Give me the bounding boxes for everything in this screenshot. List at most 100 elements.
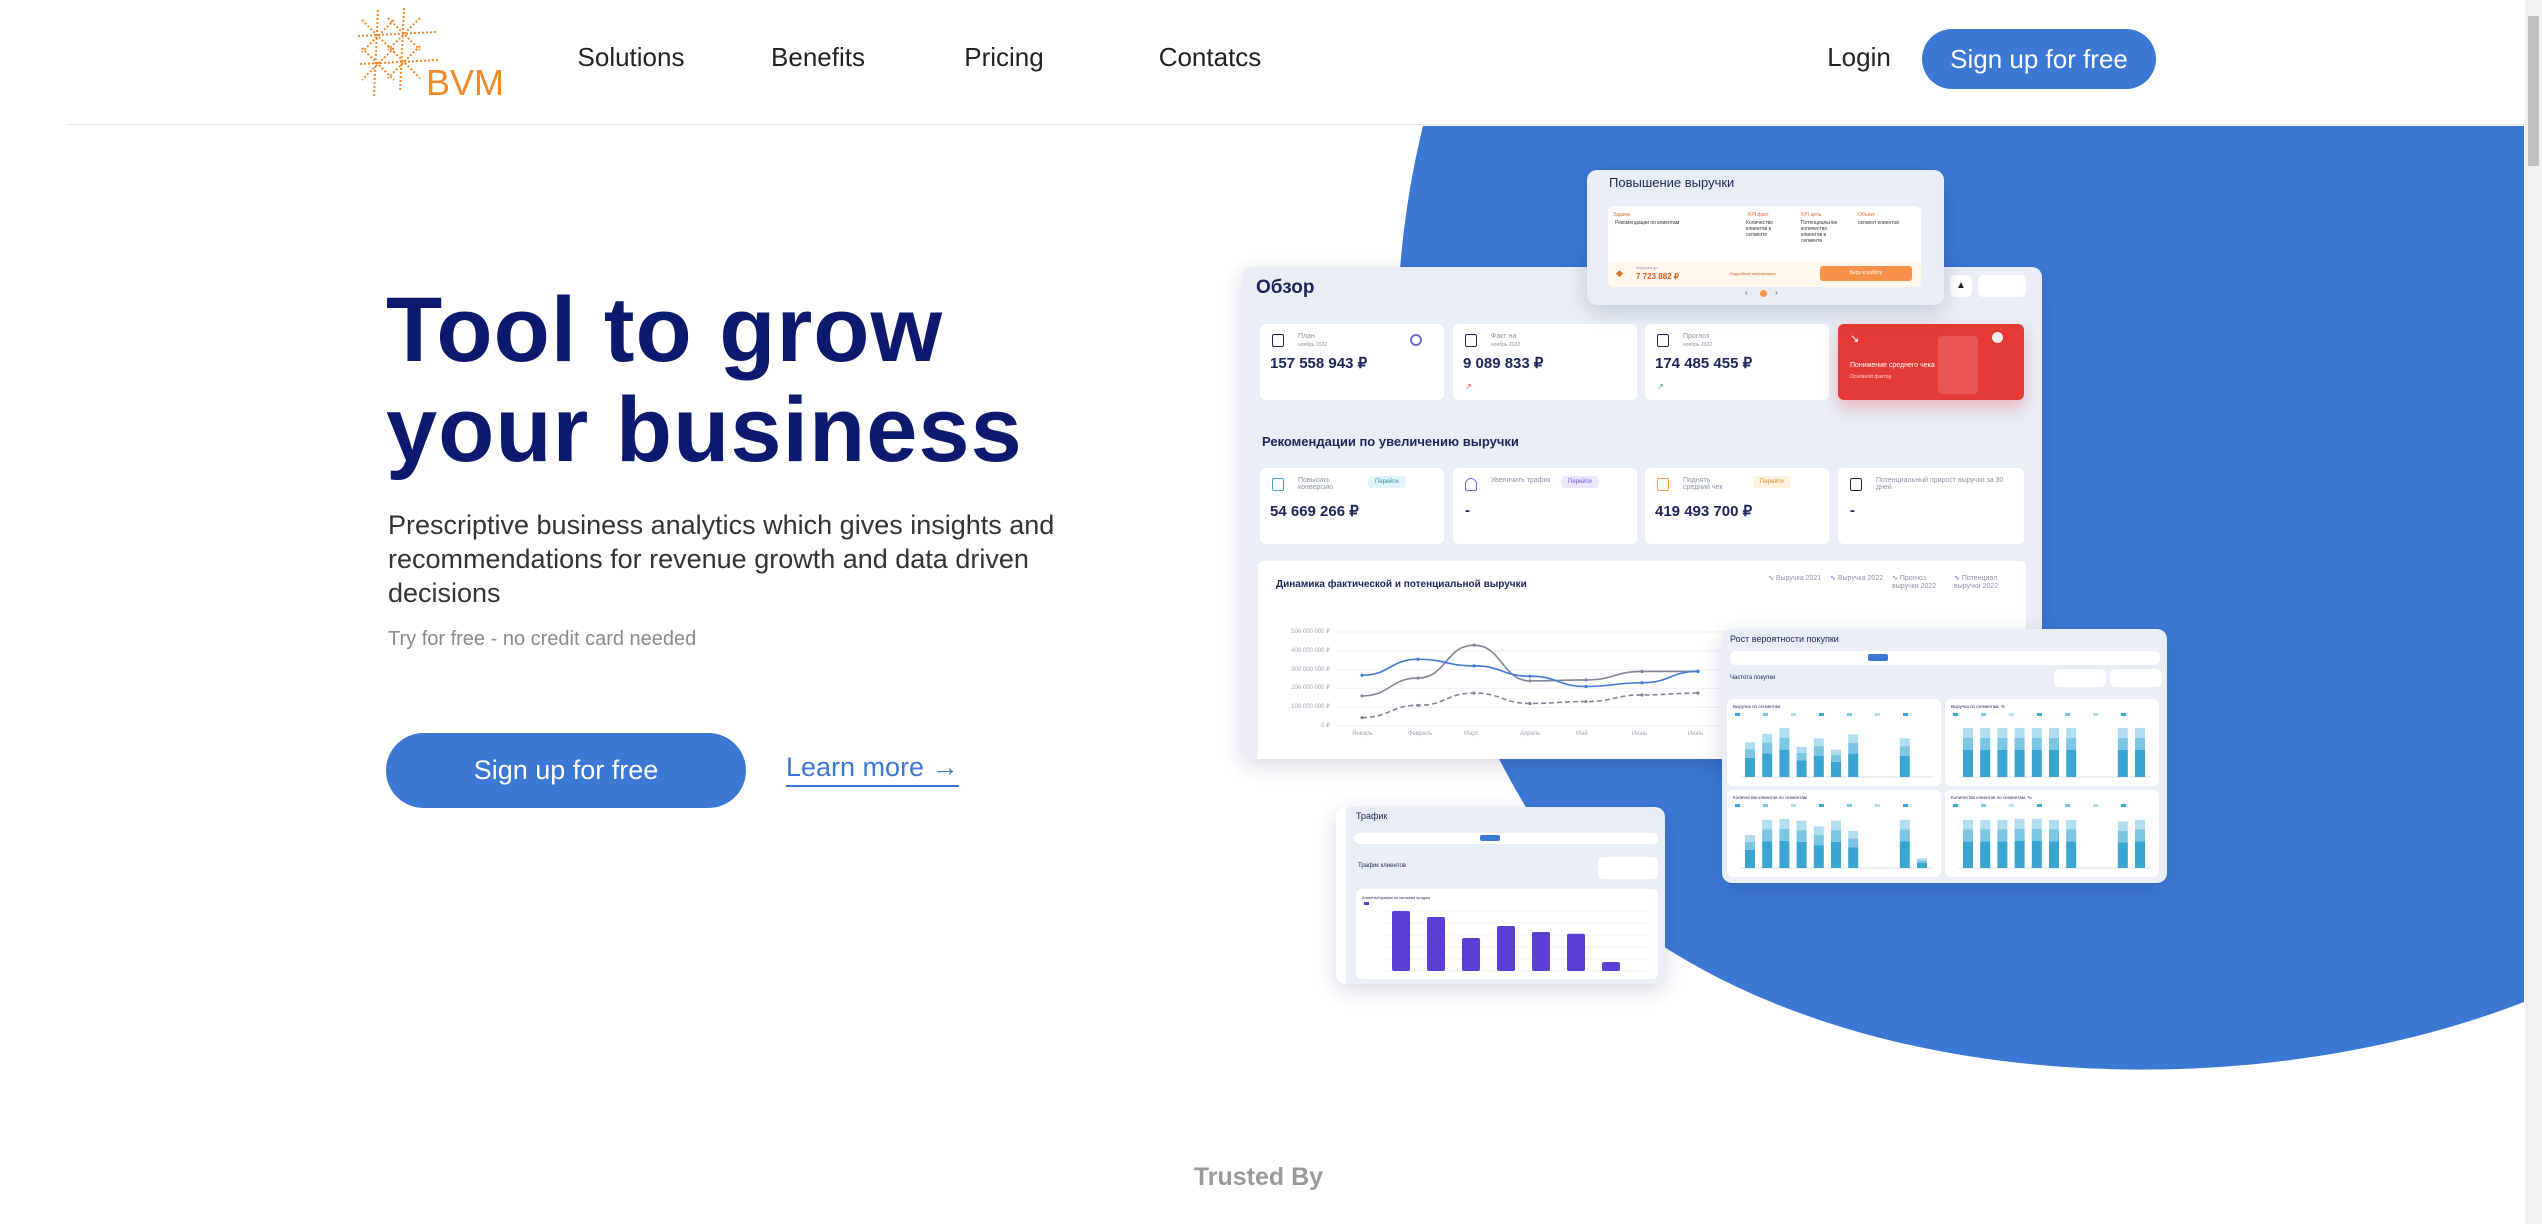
bar-segment <box>1997 727 2008 738</box>
bar-segment <box>1848 734 1859 743</box>
traffic-bar <box>1462 938 1480 971</box>
legend-swatch <box>2093 713 2098 716</box>
bar-segment <box>1779 750 1790 777</box>
revenue-task-title: Повышение выручки <box>1609 175 1735 190</box>
chevron-left-icon: ‹ <box>1745 288 1748 297</box>
bar-segment <box>2031 841 2042 868</box>
data-point <box>1696 669 1700 674</box>
header-divider <box>68 124 2524 125</box>
x-tick-label: Май <box>1576 731 1588 737</box>
bar-segment <box>2031 828 2042 841</box>
data-point <box>1416 676 1420 680</box>
rec-card: Поднять средний чек Перейти 419 493 700 … <box>1645 468 1829 544</box>
traffic-bar <box>1532 932 1550 971</box>
scrollbar[interactable] <box>2525 0 2542 1224</box>
nav-pricing[interactable]: Pricing <box>964 42 1043 73</box>
nav-benefits[interactable]: Benefits <box>771 42 865 73</box>
learn-more-link[interactable]: Learn more → <box>786 752 959 787</box>
legend-swatch <box>1763 804 1768 807</box>
bar-segment <box>1980 727 1991 738</box>
revenue-label: Выручка до <box>1636 265 1658 270</box>
purchase-probability-mockup: Рост вероятности покупки Частота покупки… <box>1722 629 2167 883</box>
bar-segment <box>1745 757 1755 777</box>
traffic-mockup: Трафик Трафик клиентов Клиенты/трафик по… <box>1336 807 1665 984</box>
rec-action-button: Перейти <box>1753 476 1791 488</box>
legend-swatch <box>1791 804 1796 807</box>
kpi-label: План <box>1298 333 1315 340</box>
y-tick-label: 200 000 000 ₽ <box>1291 685 1330 692</box>
x-tick-label: Март <box>1464 731 1479 737</box>
recommendations-title: Рекомендации по увеличению выручки <box>1262 434 1519 449</box>
bar-segment <box>2135 841 2145 868</box>
login-link[interactable]: Login <box>1827 42 1891 73</box>
bar-segment <box>1745 742 1755 750</box>
data-point <box>1360 694 1364 698</box>
bar-segment <box>1848 838 1859 848</box>
bar-segment <box>1779 727 1790 738</box>
rec-value: 54 669 266 ₽ <box>1270 503 1359 520</box>
filter-bar <box>1354 833 1658 844</box>
legend-swatch <box>1847 713 1852 716</box>
bar-segment <box>2049 841 2059 868</box>
legend-swatch <box>1364 902 1369 905</box>
nav-solutions[interactable]: Solutions <box>578 42 685 73</box>
bell-button: ▲ <box>1950 275 1972 297</box>
info-icon <box>1992 332 2003 343</box>
bar-segment <box>1963 829 1973 842</box>
chevron-right-icon: › <box>1775 288 1778 297</box>
data-point <box>1416 703 1420 707</box>
user-icon <box>1465 478 1477 491</box>
stat-box <box>1598 857 1658 879</box>
bar-segment <box>1848 830 1859 839</box>
bar-segment <box>2014 841 2025 868</box>
bar-segment <box>2049 750 2059 777</box>
legend-swatch <box>2009 713 2014 716</box>
legend-swatch <box>1847 804 1852 807</box>
bar-segment <box>1980 737 1991 750</box>
bar-segment <box>2117 750 2128 777</box>
bar-segment <box>1813 826 1824 835</box>
legend-swatch <box>1763 713 1768 716</box>
bar-segment <box>1848 847 1859 868</box>
bar-segment <box>2066 727 2077 738</box>
data-point <box>1472 664 1476 668</box>
x-tick-label: Июль <box>1688 731 1704 737</box>
purchase-title: Рост вероятности покупки <box>1730 634 1839 644</box>
hero-signup-button[interactable]: Sign up for free <box>386 733 746 808</box>
diamond-icon: ◆ <box>1616 268 1623 278</box>
revenue-strip: ◆ Выручка до 7 723 882 ₽ Подробная инфор… <box>1608 262 1921 287</box>
legend-swatch <box>2037 804 2042 807</box>
kpi-goal-label: KPI цель <box>1801 212 1822 218</box>
bar-segment <box>1980 819 1991 830</box>
bar-segment <box>1796 820 1807 831</box>
data-point <box>1584 699 1588 704</box>
legend-swatch <box>1953 804 1958 807</box>
segment-chart-card: Количество клиентов по сегментам, % <box>1945 790 2159 877</box>
bar-segment <box>1980 841 1991 868</box>
bar-segment <box>2014 737 2025 750</box>
traffic-bar <box>1602 962 1620 971</box>
data-point <box>1472 691 1476 695</box>
bar-segment <box>2049 737 2059 750</box>
bar-segment <box>2014 828 2025 841</box>
data-point <box>1472 643 1476 647</box>
bar-segment <box>2049 829 2059 842</box>
bar-segment <box>2049 819 2059 830</box>
bar-segment <box>1997 750 2008 777</box>
bar-segment <box>2117 842 2128 868</box>
scrollbar-thumb[interactable] <box>2528 16 2539 166</box>
bar-segment <box>2049 727 2059 738</box>
logo[interactable]: BVM <box>356 6 506 103</box>
bar-segment <box>1831 841 1841 868</box>
nav-contacts[interactable]: Contatcs <box>1159 42 1262 73</box>
bar-segment <box>1796 841 1807 868</box>
stat-box <box>2054 669 2106 687</box>
header-signup-button[interactable]: Sign up for free <box>1922 29 2156 89</box>
bar-segment <box>1813 746 1824 756</box>
bar-segment <box>1963 819 1973 830</box>
bar-segment <box>1762 829 1773 842</box>
traffic-title: Трафик <box>1356 811 1388 821</box>
bar-segment <box>1997 819 2008 830</box>
bar-segment <box>1779 818 1790 829</box>
data-point <box>1528 679 1532 683</box>
